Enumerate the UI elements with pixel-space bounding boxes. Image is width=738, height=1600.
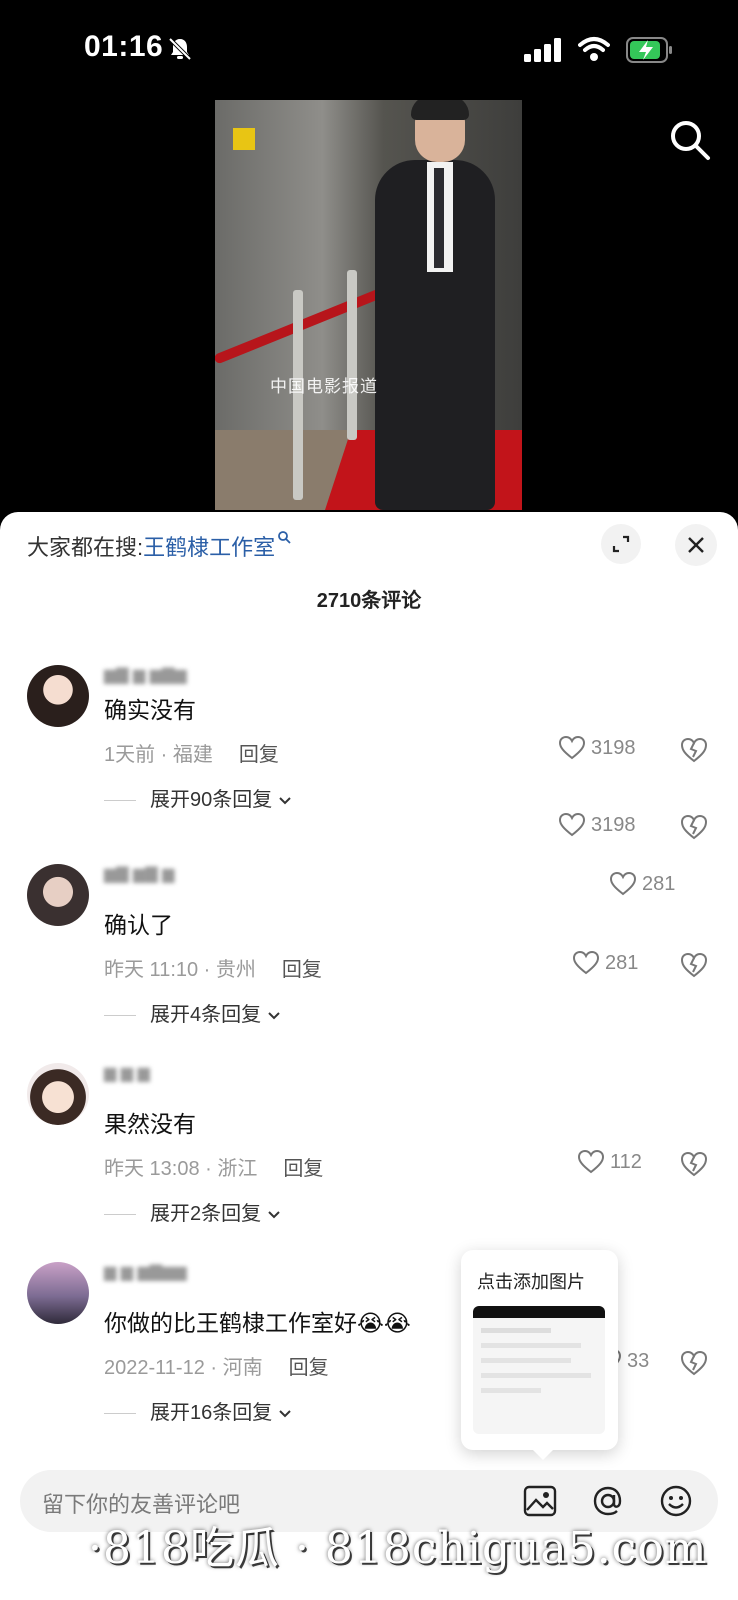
reply-button[interactable]: 回复 [239,744,279,766]
like-count: 112 [610,1150,642,1173]
heart-icon [559,736,585,760]
like-count: 3198 [591,736,636,759]
site-watermark: ·818吃瓜 · 818chigua5.com [88,1523,708,1574]
video-watermark: 中国电影报道 [270,377,378,396]
username[interactable]: ▆ ▆ ▆ [104,1063,150,1083]
heart-icon [610,872,636,896]
dislike-icon[interactable] [680,952,708,978]
comment-time: 昨天 13:08 [104,1158,200,1180]
comment-meta: 2022-11-12 · 河南 回复 [104,1357,329,1379]
add-image-tooltip[interactable]: 点击添加图片 [461,1250,618,1460]
dislike-icon[interactable] [680,814,708,840]
expand-icon [612,535,630,553]
like-count: 3198 [591,813,636,836]
expand-replies-label: 展开4条回复 [150,1004,262,1026]
cellular-signal-icon [524,38,561,62]
like-button[interactable]: 3198 [559,736,636,760]
like-count: 281 [605,951,639,974]
search-small-icon [278,531,291,544]
thumbnail-line [481,1328,551,1333]
like-count: 281 [642,872,676,895]
expand-replies-button[interactable]: 展开2条回复 [104,1197,281,1226]
status-time: 01:16 [84,30,164,63]
username[interactable]: ▆▇ ▆▇ ▆ [104,864,174,884]
like-button[interactable]: 281 [573,951,638,975]
thumbnail-line [481,1358,571,1363]
comment-time: 1天前 [104,744,156,766]
person-hair [411,100,469,120]
divider-line [104,1015,136,1017]
thumbnail-header [473,1306,605,1318]
reply-button[interactable]: 回复 [289,1357,329,1379]
bell-off-icon [168,37,192,61]
reply-button[interactable]: 回复 [282,959,322,981]
username[interactable]: ▆▇ ▆ ▆▇▆ [104,665,187,685]
comment-meta: 昨天 11:10 · 贵州 回复 [104,959,322,981]
dislike-icon[interactable] [680,737,708,763]
image-preview-thumbnail [473,1306,605,1434]
comment-text: 果然没有 [104,1111,196,1137]
like-button[interactable]: 3198 [559,813,636,837]
comment-location: 福建 [172,744,213,766]
dislike-icon[interactable] [680,1151,708,1177]
expand-replies-label: 展开2条回复 [150,1203,262,1225]
video-player[interactable]: 中国电影报道 [215,100,522,510]
expand-replies-label: 展开16条回复 [150,1402,273,1424]
divider-line [104,1214,136,1216]
like-count: 33 [627,1349,650,1372]
comment-text: 确认了 [104,912,173,938]
chevron-down-icon [267,1211,280,1219]
expand-replies-label: 展开90条回复 [150,789,273,811]
person-tie [434,168,444,268]
search-suggestion[interactable]: 大家都在搜:王鹤棣工作室 [27,530,291,562]
expand-replies-button[interactable]: 展开4条回复 [104,998,281,1027]
chevron-down-icon [267,1012,280,1020]
expand-replies-button[interactable]: 展开90条回复 [104,783,292,812]
like-button[interactable]: 112 [578,1150,642,1174]
comment-text: 确实没有 [104,697,196,723]
thumbnail-line [481,1343,581,1348]
wifi-icon [578,37,610,61]
status-bar: 01:16 [0,0,738,100]
comment-text: 你做的比王鹤棣工作室好😭😭 [104,1310,411,1336]
divider-line [104,1413,136,1415]
expand-replies-button[interactable]: 展开16条回复 [104,1396,292,1425]
search-keyword-link[interactable]: 王鹤棣工作室 [143,535,275,560]
dislike-icon[interactable] [680,1350,708,1376]
chevron-down-icon [279,1410,291,1418]
username[interactable]: ▆ ▆ ▆▇▆▆ [104,1262,187,1282]
avatar[interactable] [27,665,89,727]
tooltip-arrow [531,1448,555,1460]
divider-line [104,800,136,802]
heart-icon [559,813,585,837]
tooltip-title: 点击添加图片 [477,1272,585,1292]
comment-location: 河南 [222,1357,263,1379]
search-icon[interactable] [668,118,712,162]
expand-button[interactable] [601,524,641,564]
comment-time: 昨天 11:10 [104,959,199,981]
avatar[interactable] [27,1063,89,1125]
reply-button[interactable]: 回复 [283,1158,323,1180]
comment-meta: 昨天 13:08 · 浙江 回复 [104,1158,324,1180]
stanchion-post [347,270,357,440]
comment-time: 2022-11-12 [104,1357,205,1379]
heart-icon [578,1150,604,1174]
close-icon [688,537,704,553]
comment-count: 2710条评论 [316,590,422,612]
comment-location: 贵州 [215,959,256,981]
thumbnail-line [481,1388,541,1393]
heart-icon [573,951,599,975]
close-button[interactable] [675,524,717,566]
comment-location: 浙江 [217,1158,258,1180]
comment-meta: 1天前 · 福建 回复 [104,744,279,766]
battery-charging-icon [626,37,672,63]
warning-sign [233,128,255,150]
avatar[interactable] [27,864,89,926]
chevron-down-icon [279,797,291,805]
thumbnail-line [481,1373,591,1378]
like-button[interactable]: 281 [610,872,675,896]
search-prefix: 大家都在搜: [27,535,144,560]
avatar[interactable] [27,1262,89,1324]
